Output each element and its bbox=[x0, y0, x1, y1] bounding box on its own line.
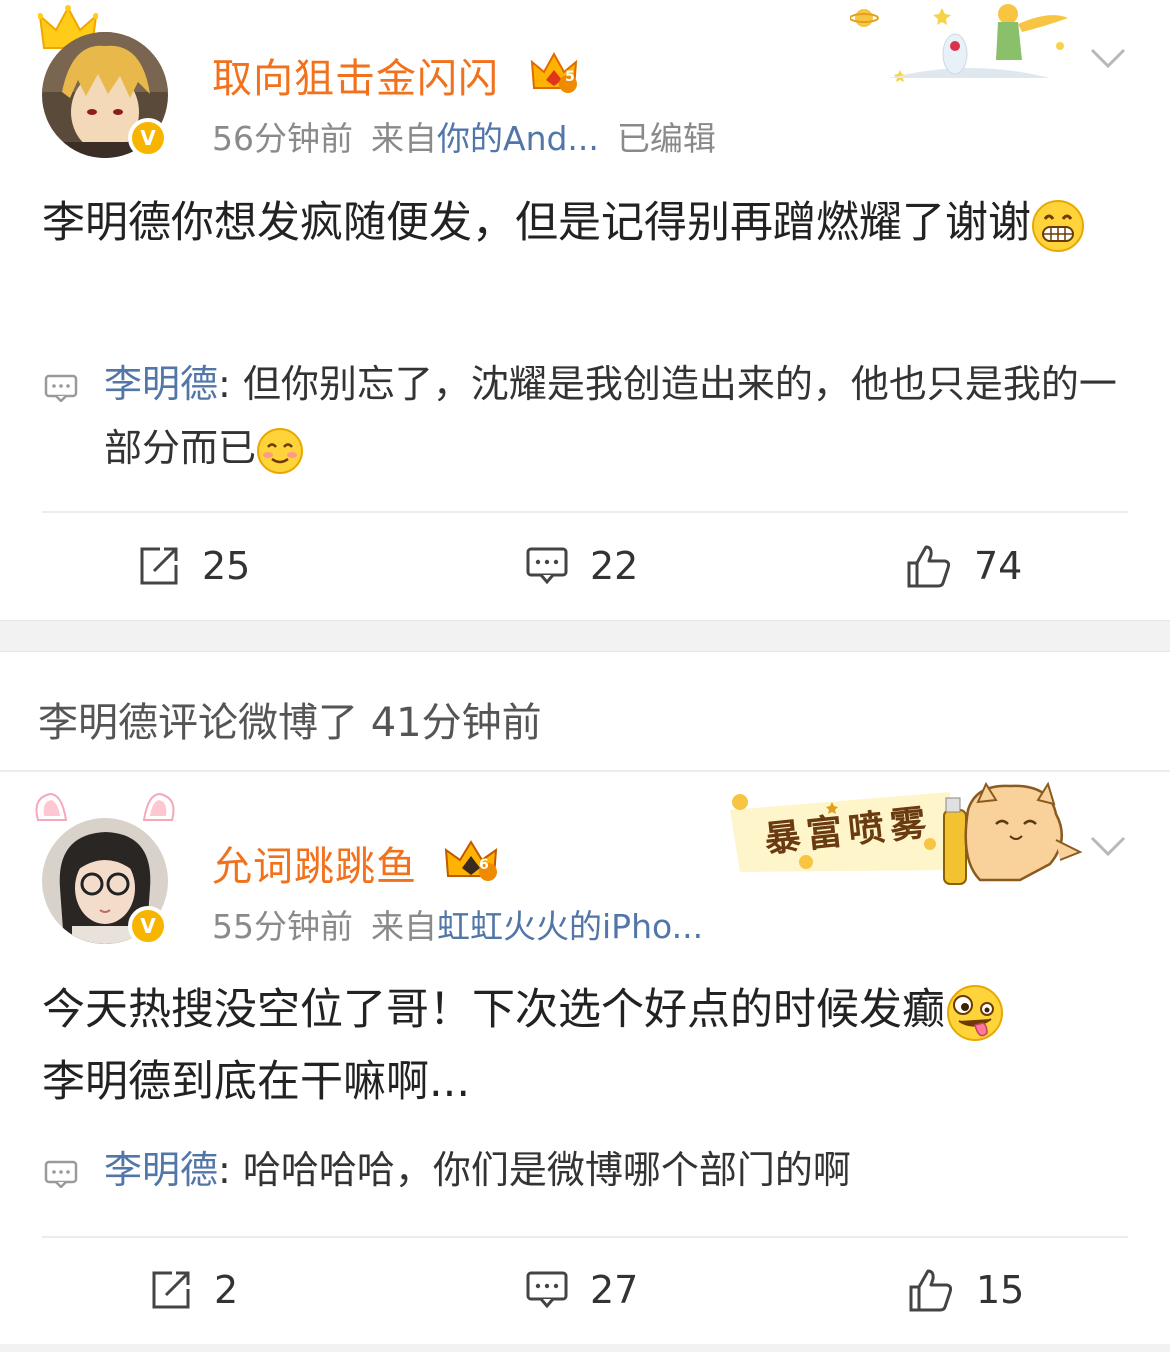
like-button[interactable]: 15 bbox=[908, 1240, 1024, 1340]
notice-text: 李明德评论微博了 41分钟前 bbox=[38, 700, 542, 746]
from-label: 来自 bbox=[371, 907, 437, 946]
from-label: 来自 bbox=[371, 119, 437, 158]
crazy-face-emoji-icon bbox=[947, 984, 1003, 1041]
reply-username[interactable]: 李明德 bbox=[104, 1148, 218, 1192]
thumbs-up-icon bbox=[907, 545, 951, 588]
post-source[interactable]: 虹虹火火的iPho... bbox=[437, 907, 703, 946]
username[interactable]: 取向狙击金闪闪 bbox=[212, 46, 499, 104]
membership-crown-icon bbox=[444, 840, 498, 881]
divider bbox=[42, 1236, 1128, 1238]
comment-icon bbox=[44, 1160, 78, 1188]
like-button[interactable]: 74 bbox=[906, 516, 1022, 616]
repost-button[interactable]: 2 bbox=[150, 1240, 238, 1340]
comment-button[interactable]: 27 bbox=[526, 1240, 638, 1340]
little-prince-decoration-icon bbox=[850, 4, 1068, 82]
weibo-post-1: V 取向狙击金闪闪 5 56分钟前 来自你的And... 已编辑 李明德你想发疯随便… bbox=[0, 0, 1170, 620]
like-count: 15 bbox=[976, 1268, 1025, 1312]
verified-badge: V bbox=[128, 906, 168, 946]
comment-button[interactable]: 22 bbox=[526, 516, 638, 616]
reply-text: 哈哈哈哈，你们是微博哪个部门的啊 bbox=[230, 1148, 851, 1192]
edited-label: 已编辑 bbox=[616, 119, 716, 158]
reply-separator: : bbox=[218, 1148, 231, 1192]
post-text-line2: 李明德到底在干嘛啊... bbox=[42, 1057, 471, 1107]
post-meta: 55分钟前 来自虹虹火火的iPho... bbox=[212, 900, 721, 948]
reply-separator: : bbox=[218, 362, 231, 406]
chevron-down-icon[interactable] bbox=[1090, 834, 1126, 858]
post-content: 今天热搜没空位了哥！下次选个好点的时候发癫 李明德到底在干嘛啊... bbox=[42, 974, 1132, 1118]
level-number: 5 bbox=[565, 69, 575, 85]
weibo-post-2: V 允词跳跳鱼 6 55分钟前 来自虹虹火火的iPho... 暴富喷雾 今天热搜没… bbox=[0, 772, 1170, 1344]
post-content: 李明德你想发疯随便发，但是记得别再蹭燃耀了谢谢 bbox=[42, 188, 1132, 258]
comment-icon bbox=[526, 1271, 568, 1309]
like-count: 74 bbox=[974, 544, 1023, 588]
section-gap bbox=[0, 1344, 1170, 1352]
repost-button[interactable]: 25 bbox=[138, 516, 250, 616]
post-time: 55分钟前 bbox=[212, 907, 353, 946]
post-source[interactable]: 你的And... bbox=[437, 119, 599, 158]
comment-icon bbox=[44, 374, 78, 402]
grin-emoji-icon bbox=[1032, 199, 1084, 252]
comment-icon bbox=[526, 547, 568, 585]
verified-badge: V bbox=[128, 118, 168, 158]
action-bar: 2 27 15 bbox=[0, 1240, 1170, 1340]
repost-count: 25 bbox=[202, 544, 251, 588]
author-reply[interactable]: 李明德: 哈哈哈哈，你们是微博哪个部门的啊 bbox=[44, 1138, 1134, 1202]
post-text-line1: 今天热搜没空位了哥！下次选个好点的时候发癫 bbox=[42, 985, 945, 1035]
level-number: 6 bbox=[479, 857, 489, 873]
repost-count: 2 bbox=[214, 1268, 239, 1312]
section-gap bbox=[0, 620, 1170, 652]
action-bar: 25 22 74 bbox=[0, 516, 1170, 616]
comment-count: 27 bbox=[590, 1268, 639, 1312]
username[interactable]: 允词跳跳鱼 bbox=[212, 834, 417, 892]
chevron-down-icon[interactable] bbox=[1090, 46, 1126, 70]
post-text: 李明德你想发疯随便发，但是记得别再蹭燃耀了谢谢 bbox=[42, 198, 1031, 248]
repost-icon bbox=[152, 1271, 190, 1309]
thumbs-up-icon bbox=[909, 1269, 953, 1312]
post-meta: 56分钟前 来自你的And... 已编辑 bbox=[212, 112, 734, 160]
comment-count: 22 bbox=[590, 544, 639, 588]
smile-emoji-icon bbox=[257, 427, 304, 474]
post-time: 56分钟前 bbox=[212, 119, 353, 158]
repost-icon bbox=[140, 547, 178, 585]
divider bbox=[42, 511, 1128, 513]
author-reply[interactable]: 李明德: 但你别忘了，沈耀是我创造出来的，他也只是我的一部分而已 bbox=[44, 352, 1134, 480]
comment-notice[interactable]: 李明德评论微博了 41分钟前 bbox=[0, 652, 1170, 772]
reply-username[interactable]: 李明德 bbox=[104, 362, 218, 406]
